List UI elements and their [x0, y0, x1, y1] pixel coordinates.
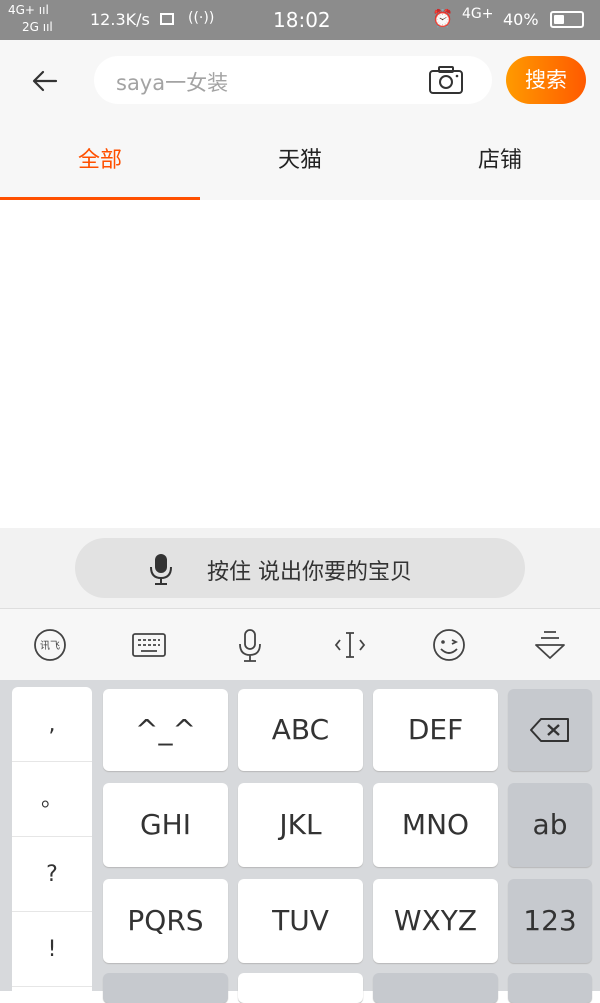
- ime-toolbar: 讯飞: [0, 608, 600, 680]
- delete-icon: [530, 718, 569, 742]
- punct-comma[interactable]: ,: [12, 687, 92, 762]
- network-speed: 12.3K/s: [90, 10, 150, 29]
- search-button[interactable]: 搜索: [506, 56, 586, 104]
- punct-exclaim[interactable]: !: [12, 912, 92, 987]
- key-enter[interactable]: [508, 973, 592, 1003]
- key-tuv[interactable]: TUV: [238, 879, 363, 963]
- tab-all[interactable]: 全部: [0, 122, 200, 200]
- delete-key[interactable]: [508, 689, 592, 771]
- key-def[interactable]: DEF: [373, 689, 498, 771]
- tab-tmall[interactable]: 天猫: [200, 122, 400, 200]
- key-wxyz[interactable]: WXYZ: [373, 879, 498, 963]
- key-abc[interactable]: ABC: [238, 689, 363, 771]
- ime-logo-icon[interactable]: 讯飞: [32, 627, 68, 663]
- keyboard-icon[interactable]: [131, 627, 167, 663]
- results-area: [0, 200, 600, 528]
- punctuation-column[interactable]: , 。 ? !: [12, 687, 92, 991]
- microphone-icon: [150, 554, 172, 585]
- tab-shops-label: 店铺: [477, 148, 522, 173]
- search-input[interactable]: saya一女装: [94, 56, 492, 104]
- microphone-icon[interactable]: [232, 627, 268, 663]
- hold-to-speak-label: 按住 说出你要的宝贝: [207, 560, 412, 585]
- search-placeholder: saya一女装: [116, 71, 229, 95]
- network-type-right: 4G+: [462, 6, 494, 22]
- key-lang-switch[interactable]: [373, 973, 498, 1003]
- punct-period[interactable]: 。: [12, 762, 92, 837]
- punct-question[interactable]: ?: [12, 837, 92, 912]
- tab-shops[interactable]: 店铺: [400, 122, 600, 200]
- key-switch-english[interactable]: ab: [508, 783, 592, 867]
- battery-percent: 40%: [503, 10, 539, 29]
- hotspot-icon: ((·)): [188, 10, 215, 26]
- voice-search-bar: 按住 说出你要的宝贝: [0, 528, 600, 608]
- back-arrow-icon[interactable]: [30, 66, 60, 96]
- t9-keyboard: , 。 ? ! ^_^ ABC DEF GHI JKL MNO ab PQRS …: [0, 680, 600, 1003]
- key-pqrs[interactable]: PQRS: [103, 879, 228, 963]
- key-space[interactable]: [238, 973, 363, 1003]
- key-ghi[interactable]: GHI: [103, 783, 228, 867]
- tab-tmall-label: 天猫: [277, 148, 322, 173]
- hold-to-speak-button[interactable]: 按住 说出你要的宝贝: [75, 538, 525, 598]
- network-signal-primary: 4G+ ııl: [8, 3, 49, 17]
- status-bar: 4G+ ııl 2G ııl 12.3K/s ((·)) 18:02 ⏰ 4G+…: [0, 0, 600, 40]
- ime-logo-text: 讯飞: [40, 640, 60, 652]
- data-grid-icon: [160, 13, 174, 25]
- result-tabs: 全部 天猫 店铺: [0, 122, 600, 200]
- key-symbols[interactable]: [103, 973, 228, 1003]
- search-header: saya一女装 搜索: [0, 40, 600, 122]
- key-emoticon[interactable]: ^_^: [103, 689, 228, 771]
- hide-keyboard-icon[interactable]: [532, 627, 568, 663]
- key-mno[interactable]: MNO: [373, 783, 498, 867]
- battery-icon: [550, 11, 584, 28]
- cursor-move-icon[interactable]: [332, 627, 368, 663]
- clock-time: 18:02: [273, 8, 331, 32]
- tab-all-label: 全部: [77, 148, 122, 173]
- emoji-icon[interactable]: [431, 627, 467, 663]
- network-signal-secondary: 2G ııl: [22, 20, 53, 34]
- camera-icon[interactable]: [428, 65, 464, 95]
- key-numbers[interactable]: 123: [508, 879, 592, 963]
- alarm-icon: ⏰: [432, 9, 454, 29]
- key-jkl[interactable]: JKL: [238, 783, 363, 867]
- battery-level-fill: [554, 15, 564, 24]
